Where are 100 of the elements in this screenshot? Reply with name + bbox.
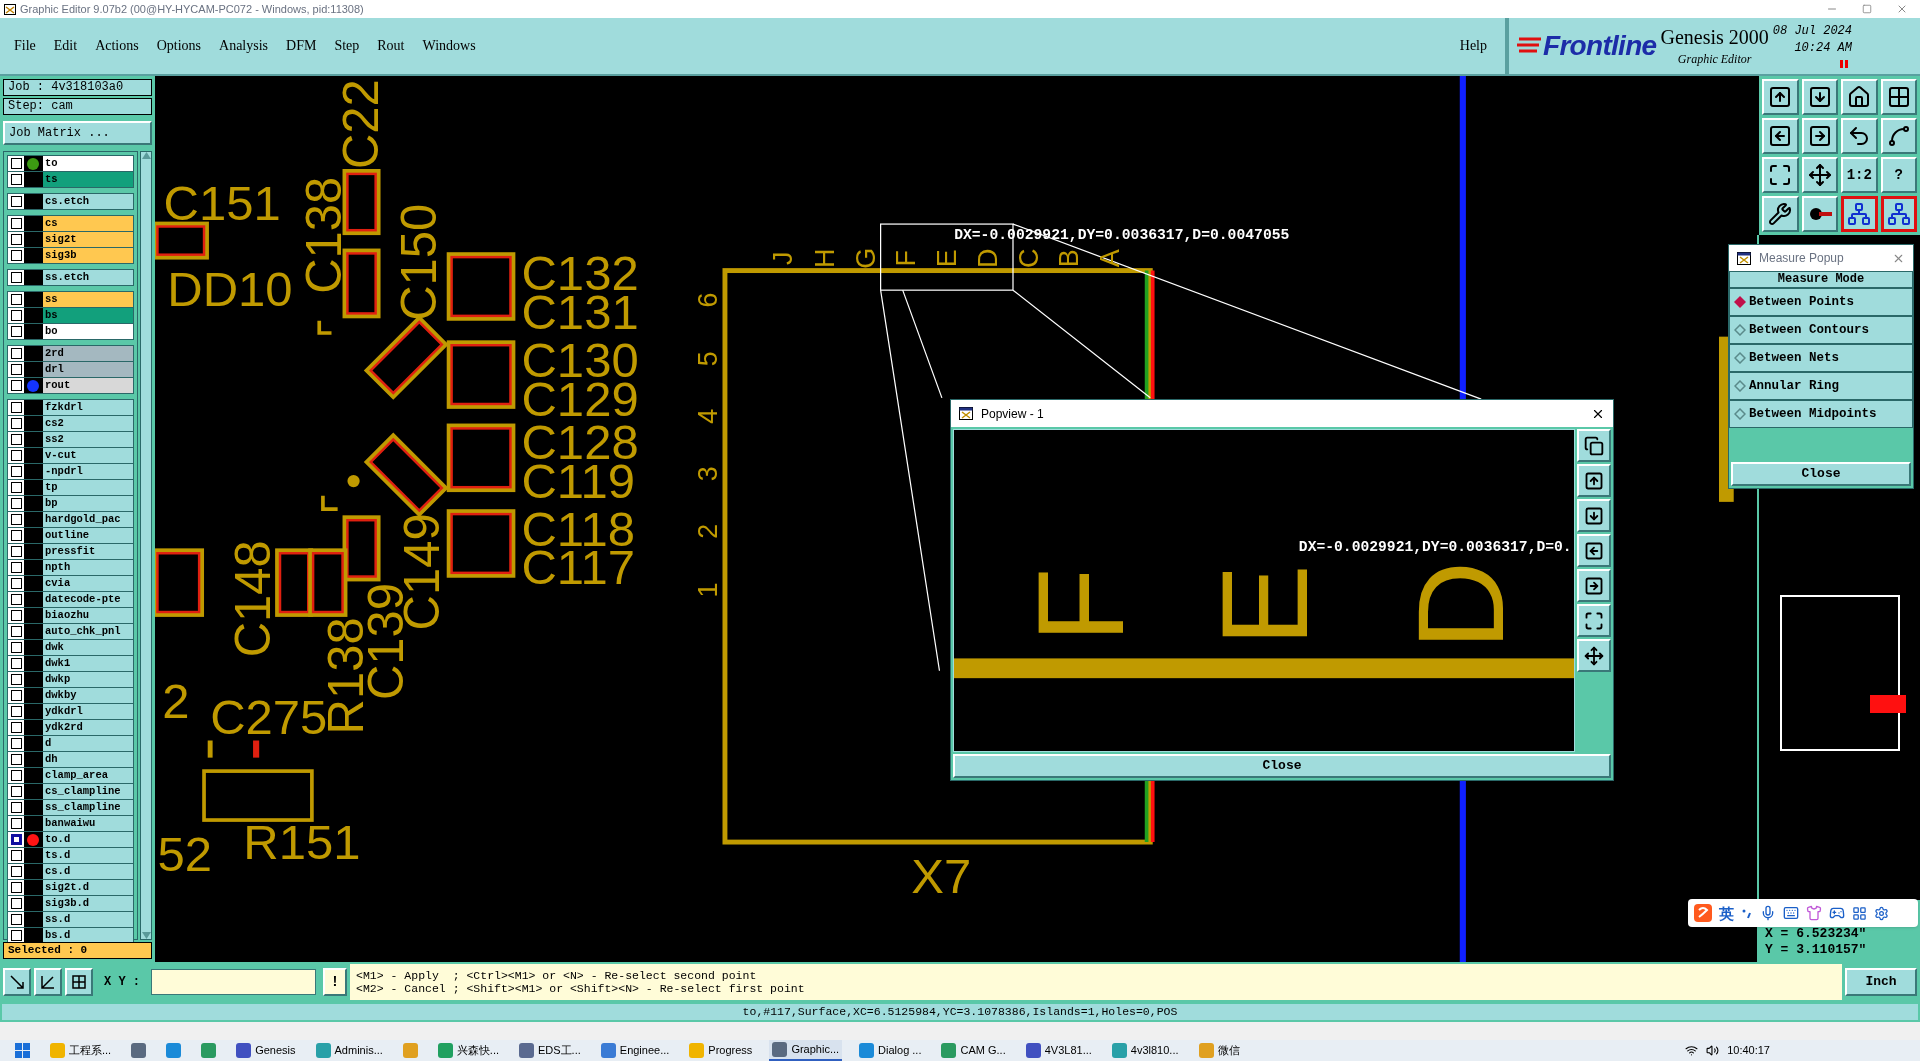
layer-name[interactable]: ydk2rd: [42, 720, 133, 735]
layer-name[interactable]: cs.etch: [42, 194, 133, 209]
punctuation-icon[interactable]: [1741, 907, 1753, 919]
layer-checkbox[interactable]: [10, 658, 22, 669]
layer-checkbox[interactable]: [10, 380, 22, 391]
taskbar-item[interactable]: Adminis...: [312, 1040, 386, 1061]
taskbar-item[interactable]: 工程系...: [47, 1040, 115, 1061]
start-button[interactable]: [12, 1040, 33, 1061]
grid-icon[interactable]: [1852, 905, 1867, 921]
layer-name[interactable]: dwk1: [42, 656, 133, 671]
layer-name[interactable]: dwk: [42, 640, 133, 655]
tool-button[interactable]: [65, 968, 93, 996]
layer-checkbox[interactable]: [10, 738, 22, 749]
layer-checkbox[interactable]: [10, 348, 22, 359]
layer-name[interactable]: 2rd: [42, 346, 133, 361]
layer-name[interactable]: biaozhu: [42, 608, 133, 623]
layer-name[interactable]: sig2t.d: [42, 880, 133, 895]
tool-button[interactable]: [34, 968, 62, 996]
layer-checkbox[interactable]: [10, 418, 22, 429]
layer-checkbox[interactable]: [10, 610, 22, 621]
layer-checkbox[interactable]: [10, 482, 22, 493]
menu-item[interactable]: Step: [334, 39, 360, 53]
layer-name[interactable]: cvia: [42, 576, 133, 591]
layer-checkbox[interactable]: [10, 802, 22, 813]
menu-item[interactable]: Edit: [53, 39, 78, 53]
gamepad-icon[interactable]: [1829, 905, 1845, 921]
view-tool-button[interactable]: [1577, 639, 1611, 672]
layer-checkbox[interactable]: [10, 818, 22, 829]
radio-diamond[interactable]: [1734, 408, 1746, 420]
layer-checkbox[interactable]: [10, 514, 22, 525]
mode-option[interactable]: Between Points: [1729, 288, 1913, 316]
taskbar-item[interactable]: 4V3L81...: [1022, 1040, 1095, 1061]
layer-checkbox[interactable]: [10, 866, 22, 877]
layer-checkbox[interactable]: [10, 770, 22, 781]
layer-name[interactable]: outline: [42, 528, 133, 543]
layer-checkbox[interactable]: [10, 930, 22, 941]
layer-name[interactable]: pressfit: [42, 544, 133, 559]
layer-name[interactable]: clamp_area: [42, 768, 133, 783]
ime-logo-icon[interactable]: [1694, 904, 1712, 922]
layer-checkbox[interactable]: [10, 402, 22, 413]
layer-name[interactable]: hardgold_pac: [42, 512, 133, 527]
units-button[interactable]: Inch: [1845, 968, 1917, 996]
toolbar-button[interactable]: 1:2: [1841, 157, 1878, 193]
view-tool-button[interactable]: [1577, 534, 1611, 567]
layer-checkbox[interactable]: [10, 450, 22, 461]
microphone-icon[interactable]: [1760, 905, 1776, 921]
layer-checkbox[interactable]: [10, 882, 22, 893]
layer-name[interactable]: auto_chk_pnl: [42, 624, 133, 639]
volume-icon[interactable]: [1706, 1044, 1720, 1057]
shirt-icon[interactable]: [1806, 905, 1822, 921]
layer-checkbox[interactable]: [10, 642, 22, 653]
layer-checkbox[interactable]: [10, 898, 22, 909]
menu-item[interactable]: Options: [156, 39, 202, 53]
layer-name[interactable]: ss: [42, 292, 133, 307]
taskbar-item[interactable]: Progress: [686, 1040, 756, 1061]
layer-checkbox[interactable]: [10, 434, 22, 445]
layer-name[interactable]: to.d: [42, 832, 133, 847]
layer-name[interactable]: dwkby: [42, 688, 133, 703]
layer-name[interactable]: fzkdrl: [42, 400, 133, 415]
layer-name[interactable]: sig2t: [42, 232, 133, 247]
confirm-button[interactable]: !: [323, 968, 347, 996]
radio-diamond[interactable]: [1734, 296, 1746, 308]
language-toggle[interactable]: 英: [1719, 905, 1734, 921]
menu-item[interactable]: Analysis: [219, 39, 269, 53]
layer-checkbox[interactable]: [10, 466, 22, 477]
close-button[interactable]: Close: [1731, 462, 1911, 486]
layer-name[interactable]: tp: [42, 480, 133, 495]
layer-checkbox[interactable]: [10, 674, 22, 685]
layer-checkbox[interactable]: [10, 364, 22, 375]
layer-name[interactable]: npth: [42, 560, 133, 575]
menu-item[interactable]: Windows: [422, 39, 476, 53]
layer-name[interactable]: bo: [42, 324, 133, 339]
layer-name[interactable]: sig3b: [42, 248, 133, 263]
layer-name[interactable]: datecode-pte: [42, 592, 133, 607]
layer-checkbox[interactable]: [10, 546, 22, 557]
taskbar-item[interactable]: EDS工...: [516, 1040, 584, 1061]
layer-name[interactable]: ts: [42, 172, 133, 187]
layer-checkbox[interactable]: [10, 626, 22, 637]
layer-checkbox[interactable]: [10, 310, 22, 321]
layer-checkbox[interactable]: [10, 196, 22, 207]
layer-name[interactable]: d: [42, 736, 133, 751]
layer-name[interactable]: ss.d: [42, 912, 133, 927]
layer-name[interactable]: to: [42, 156, 133, 171]
view-tool-button[interactable]: [1577, 569, 1611, 602]
layer-name[interactable]: drl: [42, 362, 133, 377]
layer-name[interactable]: bs: [42, 308, 133, 323]
job-matrix-button[interactable]: Job Matrix ...: [3, 121, 152, 145]
menu-item[interactable]: Help: [1459, 39, 1487, 53]
layer-checkbox[interactable]: [10, 690, 22, 701]
view-tool-button[interactable]: [1577, 604, 1611, 637]
layer-name[interactable]: bp: [42, 496, 133, 511]
layer-name[interactable]: ss2: [42, 432, 133, 447]
menu-item[interactable]: File: [14, 39, 36, 53]
layer-checkbox[interactable]: [10, 754, 22, 765]
view-tool-button[interactable]: [1577, 464, 1611, 497]
taskbar-item[interactable]: Dialog ...: [856, 1040, 925, 1061]
mode-option[interactable]: Between Nets: [1729, 344, 1913, 372]
xy-input[interactable]: [151, 969, 316, 995]
layer-checkbox[interactable]: [10, 158, 22, 169]
layer-checkbox[interactable]: [10, 326, 22, 337]
